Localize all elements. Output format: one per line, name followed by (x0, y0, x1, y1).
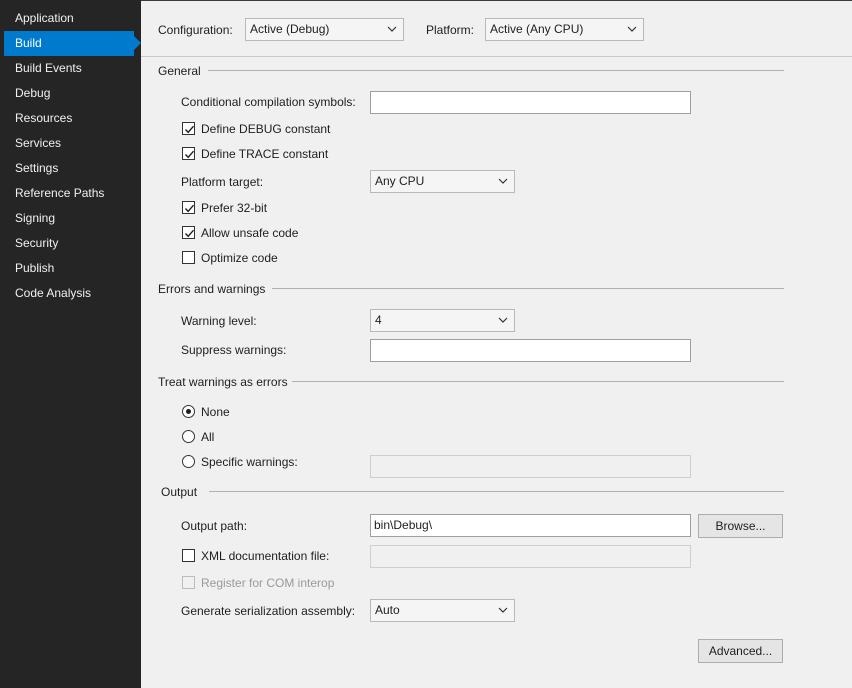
chevron-down-icon (627, 26, 637, 32)
optimize-code-checkbox[interactable] (182, 251, 195, 264)
section-divider (272, 288, 784, 289)
platform-select[interactable]: Active (Any CPU) (485, 18, 644, 41)
define-debug-label: Define DEBUG constant (201, 122, 331, 136)
warning-level-value: 4 (375, 313, 382, 327)
checkmark-icon (184, 150, 195, 159)
checkmark-icon (184, 229, 195, 238)
sidebar-item-debug[interactable]: Debug (4, 81, 134, 106)
configuration-value: Active (Debug) (250, 22, 330, 36)
platform-target-select[interactable]: Any CPU (370, 170, 515, 193)
serialization-select[interactable]: Auto (370, 599, 515, 622)
sidebar-item-settings[interactable]: Settings (4, 156, 134, 181)
suppress-warnings-input[interactable] (370, 339, 691, 362)
specific-warnings-input (370, 455, 691, 478)
com-interop-checkbox (182, 576, 195, 589)
sidebar-item-build[interactable]: Build (4, 31, 141, 56)
chevron-down-icon (498, 607, 508, 613)
output-path-label: Output path: (181, 519, 248, 533)
sidebar-item-build-events[interactable]: Build Events (4, 56, 134, 81)
platform-target-label: Platform target: (181, 175, 264, 189)
radio-all-label: All (201, 430, 215, 444)
suppress-warnings-label: Suppress warnings: (181, 343, 287, 357)
chevron-down-icon (498, 317, 508, 323)
conditional-symbols-label: Conditional compilation symbols: (181, 95, 356, 109)
allow-unsafe-checkbox[interactable] (182, 226, 195, 239)
platform-target-value: Any CPU (375, 174, 425, 188)
sidebar-item-security[interactable]: Security (4, 231, 134, 256)
radio-specific-label: Specific warnings: (201, 455, 298, 469)
sidebar-item-signing[interactable]: Signing (4, 206, 134, 231)
warning-level-label: Warning level: (181, 314, 257, 328)
radio-none-label: None (201, 405, 230, 419)
section-divider (209, 491, 784, 492)
configuration-select[interactable]: Active (Debug) (245, 18, 404, 41)
checkmark-icon (184, 204, 195, 213)
radio-selected-dot (186, 409, 191, 414)
serialization-value: Auto (375, 603, 400, 617)
checkmark-icon (184, 125, 195, 134)
sidebar-item-resources[interactable]: Resources (4, 106, 134, 131)
sidebar-item-publish[interactable]: Publish (4, 256, 134, 281)
xml-doc-checkbox[interactable] (182, 549, 195, 562)
section-title-output: Output (161, 485, 198, 499)
section-title-general: General (158, 64, 201, 78)
section-title-treat-warnings: Treat warnings as errors (158, 375, 288, 389)
xml-doc-label: XML documentation file: (201, 549, 330, 563)
sidebar-item-services[interactable]: Services (4, 131, 134, 156)
chevron-down-icon (498, 178, 508, 184)
serialization-label: Generate serialization assembly: (181, 604, 356, 618)
radio-none[interactable] (182, 405, 195, 418)
com-interop-label: Register for COM interop (201, 576, 335, 590)
toolbar-divider (141, 56, 852, 57)
sidebar-item-reference-paths[interactable]: Reference Paths (4, 181, 134, 206)
optimize-code-label: Optimize code (201, 251, 278, 265)
define-trace-checkbox[interactable] (182, 147, 195, 160)
platform-value: Active (Any CPU) (490, 22, 584, 36)
sidebar-nav: Application Build Build Events Debug Res… (0, 0, 141, 688)
conditional-symbols-input[interactable] (370, 91, 691, 114)
radio-all[interactable] (182, 430, 195, 443)
section-divider (292, 381, 784, 382)
output-path-input[interactable]: bin\Debug\ (370, 514, 691, 537)
chevron-down-icon (387, 26, 397, 32)
radio-specific-warnings[interactable] (182, 455, 195, 468)
build-properties-panel: Configuration: Active (Debug) Platform: … (141, 0, 852, 688)
prefer-32bit-checkbox[interactable] (182, 201, 195, 214)
section-divider (208, 70, 784, 71)
sidebar-item-code-analysis[interactable]: Code Analysis (4, 281, 134, 306)
define-trace-label: Define TRACE constant (201, 147, 329, 161)
allow-unsafe-label: Allow unsafe code (201, 226, 299, 240)
prefer-32bit-label: Prefer 32-bit (201, 201, 268, 215)
sidebar-item-application[interactable]: Application (4, 6, 134, 31)
xml-doc-input (370, 545, 691, 568)
define-debug-checkbox[interactable] (182, 122, 195, 135)
warning-level-select[interactable]: 4 (370, 309, 515, 332)
browse-button[interactable]: Browse... (698, 514, 783, 538)
advanced-button[interactable]: Advanced... (698, 639, 783, 663)
section-title-errors: Errors and warnings (158, 282, 266, 296)
configuration-label: Configuration: (158, 23, 233, 37)
platform-label: Platform: (426, 23, 475, 37)
